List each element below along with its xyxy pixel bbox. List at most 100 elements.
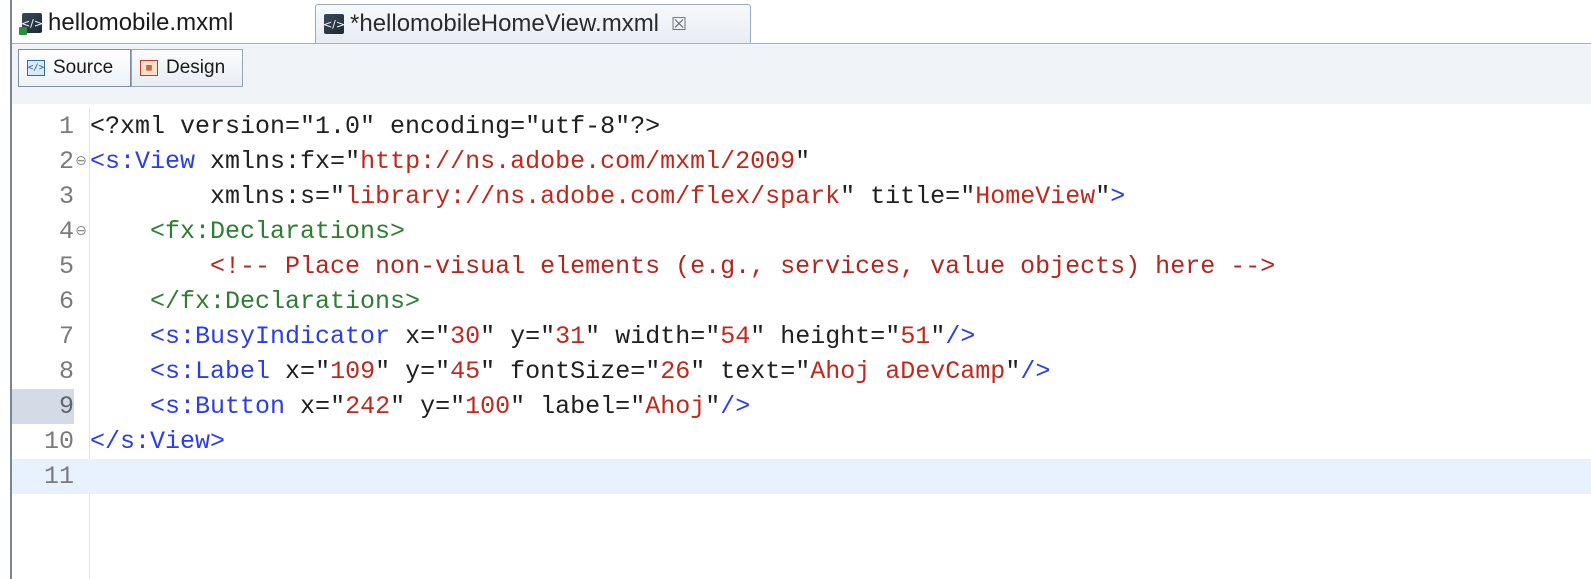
code-line[interactable]: 1 <?xml version="1.0" encoding="utf-8"?> (12, 109, 1591, 144)
code-line[interactable]: 8 <s:Label x="109" y="45" fontSize="26" … (12, 354, 1591, 389)
code-token: " (750, 322, 766, 351)
tab-hellomobileHomeView[interactable]: </> *hellomobileHomeView.mxml ☒ (315, 4, 751, 43)
code-token: 109 (330, 357, 376, 386)
code-token: " (690, 357, 706, 386)
code-token: 31 (555, 322, 586, 351)
line-number: 5 (58, 252, 74, 281)
code-token: " (330, 182, 346, 211)
code-token: " (315, 357, 331, 386)
line-number: 2 (58, 147, 74, 176)
code-token: " (885, 322, 901, 351)
fold-toggle-icon[interactable]: ⊖ (74, 144, 88, 179)
code-token: 26 (660, 357, 691, 386)
code-token: 54 (720, 322, 751, 351)
code-line[interactable]: 3 xmlns:s="library://ns.adobe.com/flex/s… (12, 179, 1591, 214)
code-token: /> (1020, 357, 1051, 386)
code-token: <s:View (90, 147, 196, 176)
code-token: <!-- Place non-visual elements (e.g., se… (210, 252, 1276, 281)
code-token: height= (765, 322, 886, 351)
code-token: <?xml version="1.0" encoding="utf-8"?> (90, 112, 661, 141)
source-mode-label: Source (53, 57, 114, 78)
source-code-icon: </> (27, 60, 45, 76)
code-token: " (435, 322, 451, 351)
code-text: </s:View> (90, 424, 225, 459)
code-token: library://ns.adobe.com/flex/spark (345, 182, 841, 211)
code-token: > (1110, 182, 1126, 211)
code-token: width= (600, 322, 706, 351)
code-line[interactable]: 5 <!-- Place non-visual elements (e.g., … (12, 249, 1591, 284)
close-icon[interactable]: ☒ (671, 14, 687, 35)
code-token: " (795, 147, 811, 176)
mxml-file-icon: </> (323, 14, 345, 34)
line-number: 9 (12, 389, 74, 424)
code-token: x= (270, 357, 316, 386)
code-token: http://ns.adobe.com/mxml/2009 (360, 147, 796, 176)
code-text: <s:Label x="109" y="45" fontSize="26" te… (90, 354, 1050, 389)
code-token: <s:BusyIndicator (150, 322, 391, 351)
fold-toggle-icon[interactable]: ⊖ (74, 214, 88, 249)
code-token: " (345, 147, 361, 176)
code-token: 30 (450, 322, 481, 351)
code-token: <fx:Declarations> (150, 217, 406, 246)
line-number: 4 (58, 217, 74, 246)
code-token: label= (525, 392, 631, 421)
code-token: 51 (900, 322, 931, 351)
code-token: title= (855, 182, 961, 211)
line-number: 11 (43, 462, 74, 491)
editor-window: </> hellomobile.mxml </> *hellomobileHom… (0, 0, 1591, 579)
mxml-app-file-icon: </> (19, 13, 43, 35)
code-text: xmlns:s="library://ns.adobe.com/flex/spa… (90, 179, 1125, 214)
code-token: " (330, 392, 346, 421)
code-token: fontSize= (495, 357, 646, 386)
code-line[interactable]: 4 ⊖ <fx:Declarations> (12, 214, 1591, 249)
code-line[interactable]: 9 <s:Button x="242" y="100" label="Ahoj"… (12, 389, 1591, 424)
code-text: <s:View xmlns:fx="http://ns.adobe.com/mx… (90, 144, 810, 179)
code-token: " (1005, 357, 1021, 386)
code-token: " (930, 322, 946, 351)
code-token: y= (405, 392, 451, 421)
code-line[interactable]: 7 <s:BusyIndicator x="30" y="31" width="… (12, 319, 1591, 354)
code-token: /> (945, 322, 976, 351)
code-token: <s:Button (150, 392, 286, 421)
code-line[interactable]: 10 </s:View> (12, 424, 1591, 459)
code-token: 100 (465, 392, 511, 421)
code-text: <s:Button x="242" y="100" label="Ahoj"/> (90, 389, 750, 424)
line-number: 10 (43, 427, 74, 456)
code-token: 242 (345, 392, 391, 421)
code-line[interactable]: 11 (12, 459, 1591, 494)
source-mode-button[interactable]: </> Source (18, 49, 131, 87)
code-token: </s:View> (90, 427, 226, 456)
code-text: <s:BusyIndicator x="30" y="31" width="54… (90, 319, 975, 354)
code-token: " (840, 182, 856, 211)
code-text: <fx:Declarations> (90, 214, 405, 249)
code-token: xmlns:fx= (195, 147, 346, 176)
code-token: " (795, 357, 811, 386)
code-token: Ahoj (645, 392, 706, 421)
code-line[interactable]: 6 </fx:Declarations> (12, 284, 1591, 319)
code-token: x= (390, 322, 436, 351)
tab-label: *hellomobileHomeView.mxml (350, 10, 660, 37)
code-token: <s:Label (150, 357, 271, 386)
design-mode-button[interactable]: ▦ Design (131, 49, 243, 87)
line-number: 8 (58, 357, 74, 386)
code-token: " (705, 322, 721, 351)
code-token: " (645, 357, 661, 386)
code-token: y= (390, 357, 436, 386)
code-text: <!-- Place non-visual elements (e.g., se… (90, 249, 1275, 284)
code-token: 45 (450, 357, 481, 386)
code-token: text= (705, 357, 796, 386)
code-line[interactable]: 2 ⊖ <s:View xmlns:fx="http://ns.adobe.com/… (12, 144, 1591, 179)
code-token: " (450, 392, 466, 421)
code-token: " (540, 322, 556, 351)
tab-hellomobile[interactable]: </> hellomobile.mxml (14, 4, 304, 42)
line-number: 1 (58, 112, 74, 141)
code-token: " (435, 357, 451, 386)
code-editor[interactable]: 1 <?xml version="1.0" encoding="utf-8"?> 2… (12, 108, 1591, 579)
code-text: <?xml version="1.0" encoding="utf-8"?> (90, 109, 660, 144)
code-token: " (390, 392, 406, 421)
code-token: " (585, 322, 601, 351)
